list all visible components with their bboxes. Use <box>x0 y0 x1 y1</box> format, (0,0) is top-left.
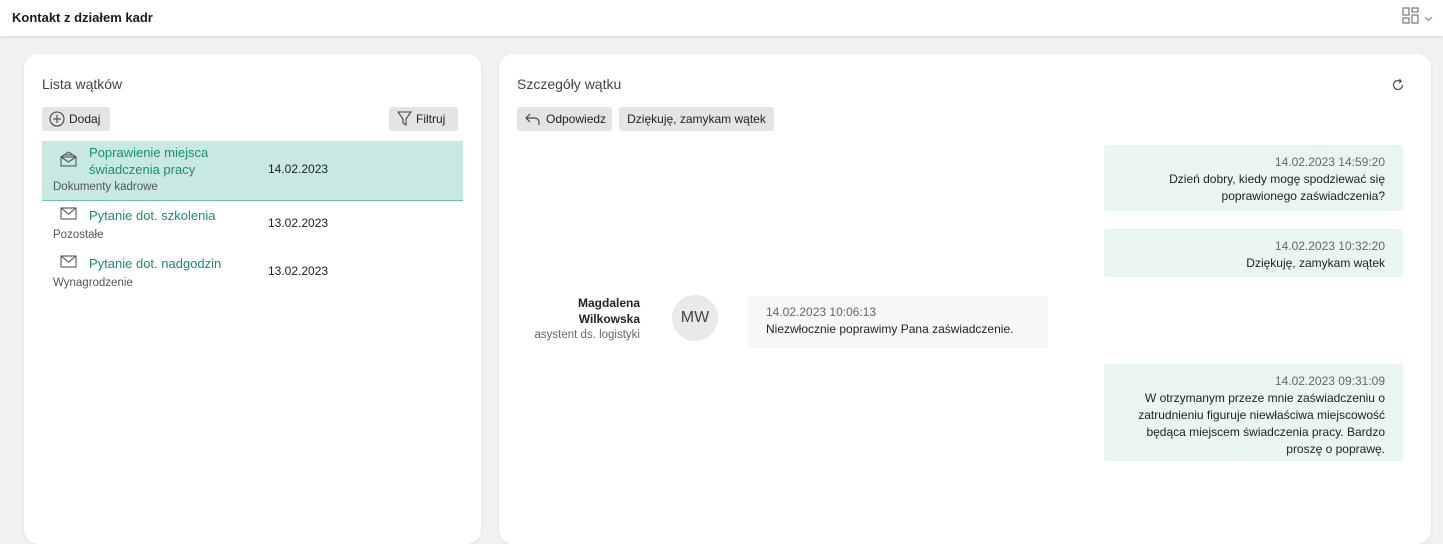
thread-title: Poprawienie miejsca świadczenia pracy <box>89 145 209 177</box>
thread-date: 13.02.2023 <box>268 264 329 278</box>
message-timestamp: 14.02.2023 10:32:20 <box>1274 239 1385 253</box>
reply-arrow-icon <box>525 112 541 126</box>
envelope-icon <box>60 207 77 225</box>
filter-button[interactable]: Filtruj <box>389 107 458 131</box>
reply-button[interactable]: Odpowiedz <box>517 107 612 131</box>
thread-title: Pytanie dot. nadgodzin <box>89 256 222 271</box>
avatar: MW <box>672 295 718 341</box>
grid-layout-icon <box>1402 7 1419 29</box>
thread-category: Dokumenty kadrowe <box>53 181 158 193</box>
message-text: Dzień dobry, kiedy mogę spodziewać się p… <box>1169 172 1385 203</box>
filter-label: Filtruj <box>416 112 446 126</box>
message-timestamp: 14.02.2023 14:59:20 <box>1274 155 1385 169</box>
page-title: Kontakt z działem kadr <box>12 10 153 25</box>
sender-info: Magdalena Wilkowska asystent ds. logisty… <box>523 295 640 343</box>
close-thread-label: Dziękuję, zamykam wątek <box>627 112 766 126</box>
refresh-icon[interactable] <box>1391 78 1405 97</box>
layout-switcher[interactable] <box>1402 7 1438 29</box>
thread-date: 14.02.2023 <box>268 162 329 176</box>
message-outgoing: 14.02.2023 14:59:20 Dzień dobry, kiedy m… <box>1104 145 1403 211</box>
reply-label: Odpowiedz <box>546 112 607 126</box>
message-outgoing: 14.02.2023 10:32:20 Dziękuję, zamykam wą… <box>1104 229 1403 277</box>
plus-circle-icon <box>49 111 65 127</box>
thread-date: 13.02.2023 <box>268 216 329 230</box>
chevron-down-icon <box>1424 9 1433 27</box>
message-text: Niezwłocznie poprawimy Pana zaświadczeni… <box>766 322 1014 336</box>
message-incoming: 14.02.2023 10:06:13 Niezwłocznie poprawi… <box>748 296 1048 348</box>
thread-title: Pytanie dot. szkolenia <box>89 208 216 223</box>
message-timestamp: 14.02.2023 09:31:09 <box>1274 374 1385 388</box>
add-thread-label: Dodaj <box>69 112 101 126</box>
message-text: W otrzymanym przeze mnie zaświadczeniu o… <box>1138 391 1385 456</box>
sender-name: Magdalena Wilkowska <box>577 296 640 326</box>
envelope-open-icon <box>60 151 77 172</box>
filter-icon <box>397 111 412 127</box>
thread-item[interactable]: Pytanie dot. nadgodzin 13.02.2023 Wynagr… <box>42 251 463 297</box>
thread-item[interactable]: Poprawienie miejsca świadczenia pracy 14… <box>42 141 463 201</box>
top-bar: Kontakt z działem kadr <box>0 0 1443 36</box>
close-thread-button[interactable]: Dziękuję, zamykam wątek <box>619 107 774 131</box>
thread-item[interactable]: Pytanie dot. szkolenia 13.02.2023 Pozost… <box>42 203 463 249</box>
thread-details-panel: Szczegóły wątku Odpowiedz Dziękuję, zamy… <box>499 54 1431 544</box>
message-outgoing: 14.02.2023 09:31:09 W otrzymanym przeze … <box>1104 364 1403 461</box>
thread-category: Wynagrodzenie <box>53 277 133 289</box>
sender-role: asystent ds. logistyki <box>534 329 640 341</box>
thread-list-title: Lista wątków <box>42 76 123 92</box>
thread-category: Pozostałe <box>53 229 104 241</box>
message-text: Dziękuję, zamykam wątek <box>1246 256 1385 270</box>
message-timestamp: 14.02.2023 10:06:13 <box>766 305 877 319</box>
add-thread-button[interactable]: Dodaj <box>42 107 110 131</box>
thread-details-title: Szczegóły wątku <box>517 76 622 92</box>
envelope-icon <box>60 255 77 273</box>
thread-list-panel: Lista wątków Dodaj Filtruj Poprawienie m… <box>24 54 481 544</box>
